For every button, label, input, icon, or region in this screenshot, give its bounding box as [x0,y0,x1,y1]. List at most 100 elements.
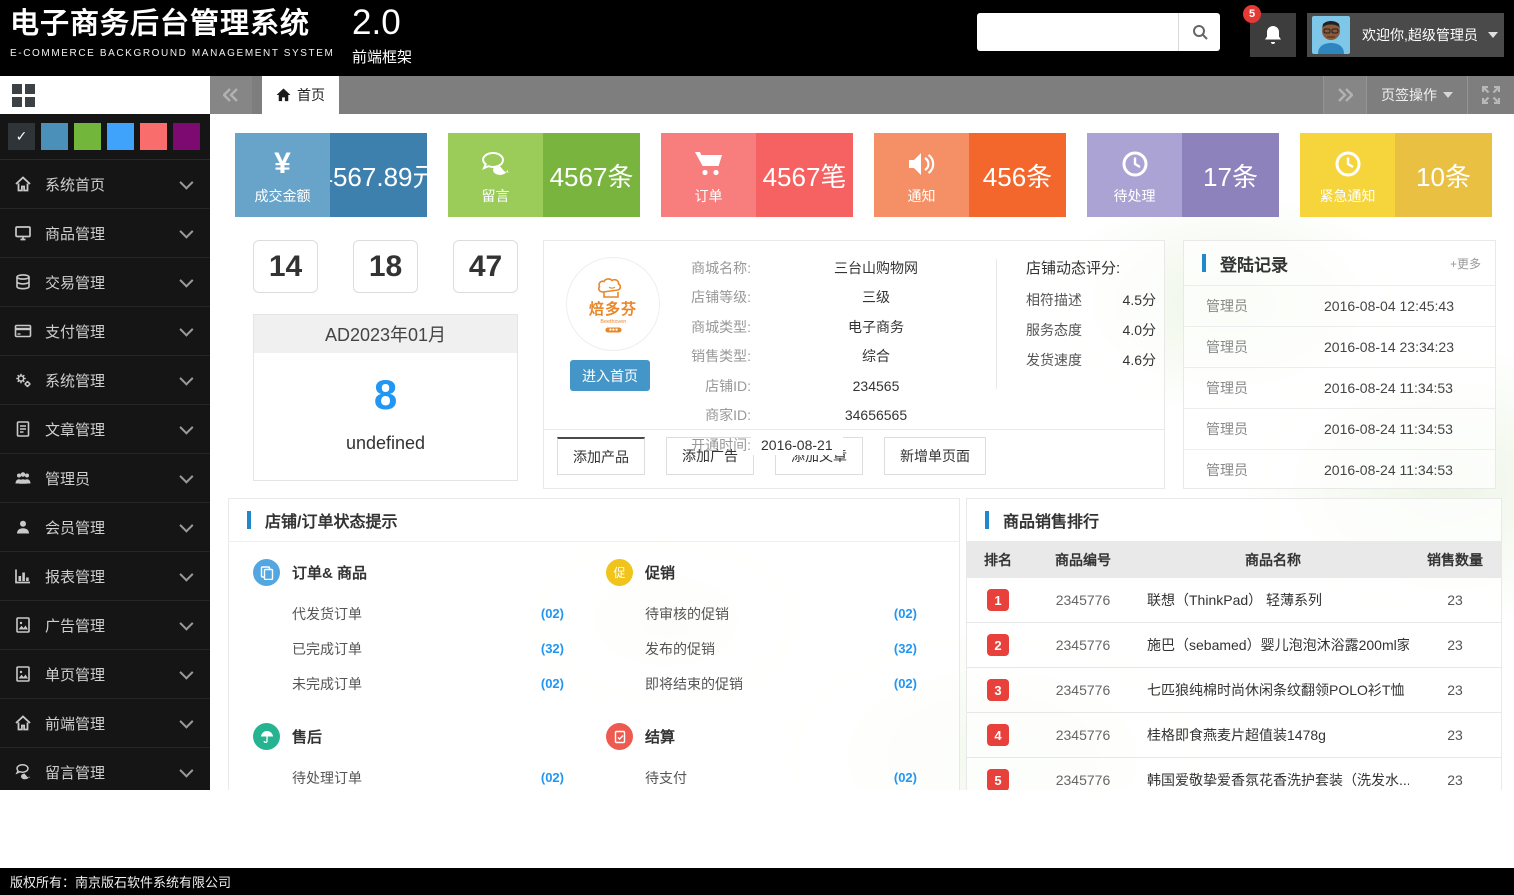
cart-icon [694,144,724,184]
avatar [1312,16,1350,54]
sidebar-item-system-home[interactable]: 系统首页 [0,160,210,209]
notifications-button[interactable]: 5 [1250,13,1296,57]
status-item[interactable]: 待支付(02) [606,760,917,790]
theme-swatch-purple[interactable] [173,123,200,150]
main-content: ¥ 成交金额 4567.89元 留言 4567条 订单 4567笔 通知 456… [210,114,1514,790]
stat-value: 4567笔 [756,133,853,217]
shop-fields: 商城名称:三台山购物网 店铺等级:三级 商城类型:电子商务 销售类型:综合 店铺… [654,253,1001,460]
shop-logo-subtext: Beethoven [600,319,626,324]
stat-value: 4567.89元 [330,133,427,217]
table-header: 排名 商品编号 商品名称 销售数量 [967,541,1501,578]
speaker-icon [907,144,937,184]
chevron-down-icon [1443,92,1453,98]
status-item[interactable]: 待审核的促销(02) [606,596,917,631]
user-icon [14,518,32,536]
table-row[interactable]: 2 2345776 施巴（sebamed）婴儿泡泡沐浴露200ml家庭... 2… [967,623,1501,668]
search-button[interactable] [1178,13,1220,51]
table-row[interactable]: 4 2345776 桂格即食燕麦片超值装1478g 23 [967,713,1501,758]
search-input[interactable] [977,13,1178,51]
calendar-note: undefined [254,433,517,454]
app-title: 电子商务后台管理系统 [10,7,334,41]
double-right-arrow-icon [1337,88,1353,102]
sidebar-item-pages[interactable]: 单页管理 [0,650,210,699]
fullscreen-button[interactable] [1468,76,1514,114]
users-icon [14,469,32,487]
image-icon [14,616,32,634]
table-row[interactable]: 1 2345776 联想（ThinkPad） 轻薄系列 23 [967,578,1501,623]
app-subtitle: E-COMMERCE BACKGROUND MANAGEMENT SYSTEM [10,48,334,59]
shop-ratings: 店铺动态评分: 相符描述4.5分 服务态度4.0分 发货速度4.6分 [1026,257,1156,380]
footer: 版权所有：南京版石软件系统有限公司 [0,868,1514,895]
sidebar-item-products[interactable]: 商品管理 [0,209,210,258]
tab-label: 首页 [297,85,325,105]
theme-swatch-red[interactable] [140,123,167,150]
more-link[interactable]: +更多 [1450,255,1481,272]
monitor-icon [14,224,32,242]
chevron-down-icon [179,617,193,631]
tabs-scroll-right-button[interactable] [1324,76,1366,114]
rank-badge: 3 [987,679,1009,701]
tab-home[interactable]: 首页 [262,76,339,114]
tab-actions-label: 页签操作 [1381,85,1437,105]
theme-switcher: ✓ [0,114,210,160]
status-item[interactable]: 已完成订单(32) [253,631,564,666]
sidebar-item-trade[interactable]: 交易管理 [0,258,210,307]
sidebar-item-frontend[interactable]: 前端管理 [0,699,210,748]
stat-value: 17条 [1182,133,1279,217]
credit-card-icon [14,322,32,340]
theme-swatch-green[interactable] [74,123,101,150]
table-row[interactable]: 3 2345776 七匹狼纯棉时尚休闲条纹翻领POLO衫T恤 23 [967,668,1501,713]
calendar-day: 8 [254,371,517,419]
add-product-button[interactable]: 添加产品 [557,437,645,475]
sidebar-item-administrators[interactable]: 管理员 [0,454,210,503]
login-row: 管理员2016-08-04 12:45:43 [1184,285,1495,326]
sidebar-item-system-admin[interactable]: 系统管理 [0,356,210,405]
sidebar-item-payment[interactable]: 支付管理 [0,307,210,356]
sidebar-item-reports[interactable]: 报表管理 [0,552,210,601]
chevron-down-icon [179,470,193,484]
status-item[interactable]: 即将结束的促销(02) [606,666,917,701]
accent-bar [247,511,251,529]
notification-badge: 5 [1243,5,1261,23]
tab-actions-dropdown[interactable]: 页签操作 [1367,76,1467,114]
status-item[interactable]: 代发货订单(02) [253,596,564,631]
chevron-down-icon [1488,32,1498,38]
sidebar-item-members[interactable]: 会员管理 [0,503,210,552]
status-item[interactable]: 发布的促销(32) [606,631,917,666]
login-row: 管理员2016-08-24 11:34:53 [1184,367,1495,408]
stat-card-pending[interactable]: 待处理 17条 [1087,133,1279,217]
tabs-scroll-left-button[interactable] [210,76,252,114]
sidebar-item-ads[interactable]: 广告管理 [0,601,210,650]
clock-icon [1333,144,1363,184]
fullscreen-icon [1482,86,1500,104]
clock-icon [1120,144,1150,184]
search-icon [1191,23,1209,41]
menu-grid-icon[interactable] [12,84,35,107]
user-menu[interactable]: 欢迎你,超级管理员 [1307,13,1504,57]
database-icon [14,273,32,291]
stat-card-urgent[interactable]: 紧急通知 10条 [1300,133,1492,217]
chevron-down-icon [179,519,193,533]
rank-badge: 1 [987,589,1009,611]
chevron-down-icon [179,372,193,386]
theme-swatch-blue[interactable] [107,123,134,150]
accent-bar [1202,254,1206,272]
sidebar-item-articles[interactable]: 文章管理 [0,405,210,454]
stat-card-notices[interactable]: 通知 456条 [874,133,1066,217]
image-icon [14,665,32,683]
chevron-down-icon [179,764,193,778]
status-item[interactable]: 未完成订单(02) [253,666,564,701]
stat-card-revenue[interactable]: ¥ 成交金额 4567.89元 [235,133,427,217]
theme-swatch-dark[interactable]: ✓ [8,123,35,150]
app-brand: 电子商务后台管理系统 E-COMMERCE BACKGROUND MANAGEM… [10,7,334,59]
table-row[interactable]: 5 2345776 韩国爱敬挚爱香氛花香洗护套装（洗发水... 23 [967,758,1501,790]
stat-card-orders[interactable]: 订单 4567笔 [661,133,853,217]
stat-card-messages[interactable]: 留言 4567条 [448,133,640,217]
status-item[interactable]: 待处理订单(02) [253,760,564,790]
sidebar-item-messages[interactable]: 留言管理 [0,748,210,796]
enter-home-button[interactable]: 进入首页 [570,360,650,391]
welcome-text: 欢迎你,超级管理员 [1362,25,1478,45]
theme-swatch-steelblue[interactable] [41,123,68,150]
stat-value: 4567条 [543,133,640,217]
message-icon [481,144,511,184]
